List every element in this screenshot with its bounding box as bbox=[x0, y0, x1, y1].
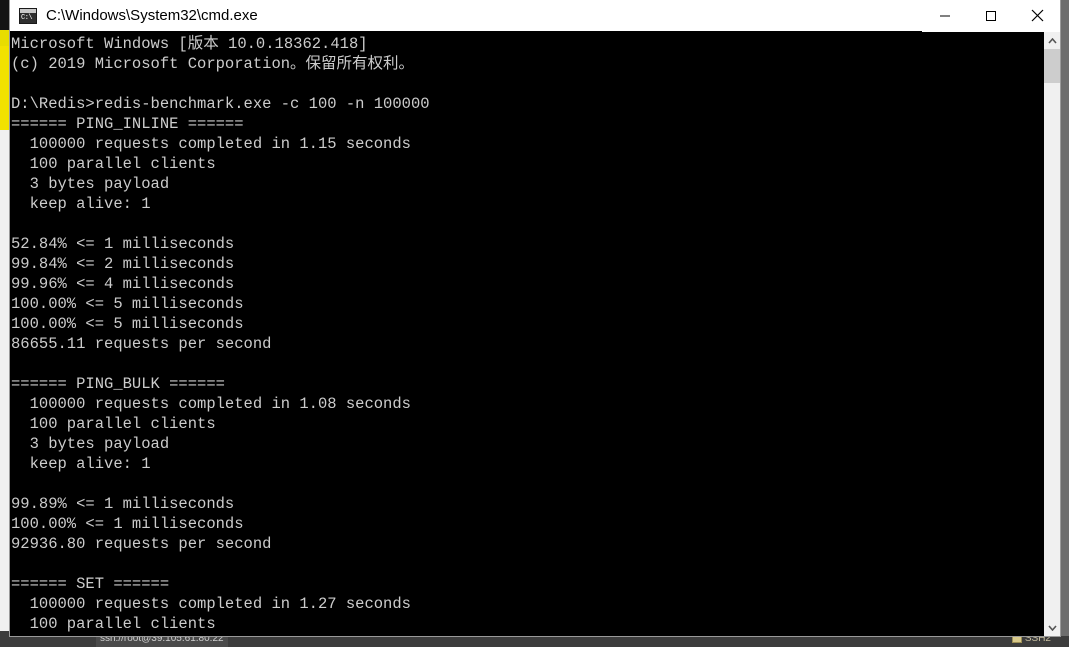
console-line: 100000 requests completed in 1.08 second… bbox=[11, 395, 411, 413]
close-button[interactable] bbox=[1014, 0, 1060, 32]
console-line: 99.84% <= 2 milliseconds bbox=[11, 255, 235, 273]
console-line: 100.00% <= 5 milliseconds bbox=[11, 295, 244, 313]
folder-icon bbox=[1011, 635, 1022, 643]
background-dark-strip bbox=[0, 0, 10, 32]
window-title: C:\Windows\System32\cmd.exe bbox=[46, 7, 258, 24]
console-line: 86655.11 requests per second bbox=[11, 335, 272, 353]
console-line: 92936.80 requests per second bbox=[11, 535, 272, 553]
console-output[interactable]: Microsoft Windows [版本 10.0.18362.418] (c)… bbox=[10, 32, 1043, 636]
console-line: (c) 2019 Microsoft Corporation。保留所有权利。 bbox=[11, 55, 415, 73]
console-line: 100 parallel clients bbox=[11, 415, 216, 433]
maximize-button[interactable] bbox=[968, 0, 1014, 32]
maximize-icon bbox=[986, 10, 996, 21]
cmd-console-icon bbox=[19, 7, 37, 24]
console-line: 100 parallel clients bbox=[11, 155, 216, 173]
scrollbar-track[interactable] bbox=[1044, 49, 1060, 619]
titlebar[interactable]: C:\Windows\System32\cmd.exe bbox=[10, 0, 1060, 32]
console-line: 100000 requests completed in 1.27 second… bbox=[11, 595, 411, 613]
console-line: 100000 requests completed in 1.15 second… bbox=[11, 135, 411, 153]
chevron-down-icon bbox=[1047, 624, 1057, 631]
console-line: 100.00% <= 1 milliseconds bbox=[11, 515, 244, 533]
console-line: 3 bytes payload bbox=[11, 435, 170, 453]
scrollbar-up-button[interactable] bbox=[1044, 32, 1060, 49]
console-line: 100 parallel clients bbox=[11, 615, 216, 633]
console-area: Microsoft Windows [版本 10.0.18362.418] (c)… bbox=[10, 32, 1060, 636]
close-icon bbox=[1031, 9, 1043, 22]
console-line: ====== SET ====== bbox=[11, 575, 170, 593]
console-line: 99.89% <= 1 milliseconds bbox=[11, 495, 235, 513]
scrollbar-down-button[interactable] bbox=[1044, 619, 1060, 636]
console-line: 100.00% <= 5 milliseconds bbox=[11, 315, 244, 333]
console-line: Microsoft Windows [版本 10.0.18362.418] bbox=[11, 35, 368, 53]
console-line: D:\Redis>redis-benchmark.exe -c 100 -n 1… bbox=[11, 95, 430, 113]
scrollbar-thumb[interactable] bbox=[1044, 49, 1060, 83]
console-line: 3 bytes payload bbox=[11, 175, 170, 193]
minimize-button[interactable] bbox=[922, 0, 968, 32]
console-line: ====== PING_BULK ====== bbox=[11, 375, 225, 393]
console-line: 99.96% <= 4 milliseconds bbox=[11, 275, 235, 293]
console-line: ====== PING_INLINE ====== bbox=[11, 115, 244, 133]
cmd-window: C:\Windows\System32\cmd.exe Microsoft W bbox=[10, 0, 1060, 636]
background-yellow-window-edge-top bbox=[0, 30, 10, 46]
window-controls bbox=[922, 0, 1060, 32]
console-line: keep alive: 1 bbox=[11, 455, 151, 473]
background-window-right-edge bbox=[1060, 0, 1069, 636]
console-scrollbar[interactable] bbox=[1043, 32, 1060, 636]
minimize-icon bbox=[940, 15, 950, 16]
console-line: 52.84% <= 1 milliseconds bbox=[11, 235, 235, 253]
chevron-up-icon bbox=[1047, 37, 1057, 44]
console-line: keep alive: 1 bbox=[11, 195, 151, 213]
background-gray-window-edge bbox=[0, 130, 10, 647]
